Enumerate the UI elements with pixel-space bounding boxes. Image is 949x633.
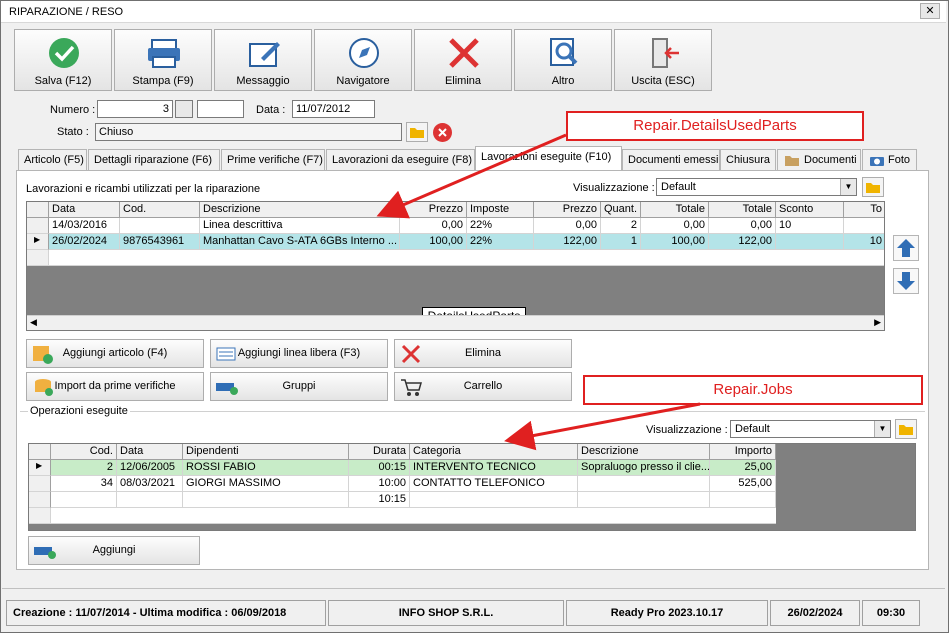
annotation-arrow-parts [376,133,567,219]
status-company: INFO SHOP S.R.L. [328,600,564,626]
status-product: Ready Pro 2023.10.17 [566,600,768,626]
status-date: 26/02/2024 [770,600,860,626]
annotation-arrows [376,133,701,451]
status-separator [2,588,945,589]
status-created: Creazione : 11/07/2014 - Ultima modifica… [6,600,326,626]
status-time: 09:30 [862,600,920,626]
annotation-arrow-jobs [504,402,701,451]
